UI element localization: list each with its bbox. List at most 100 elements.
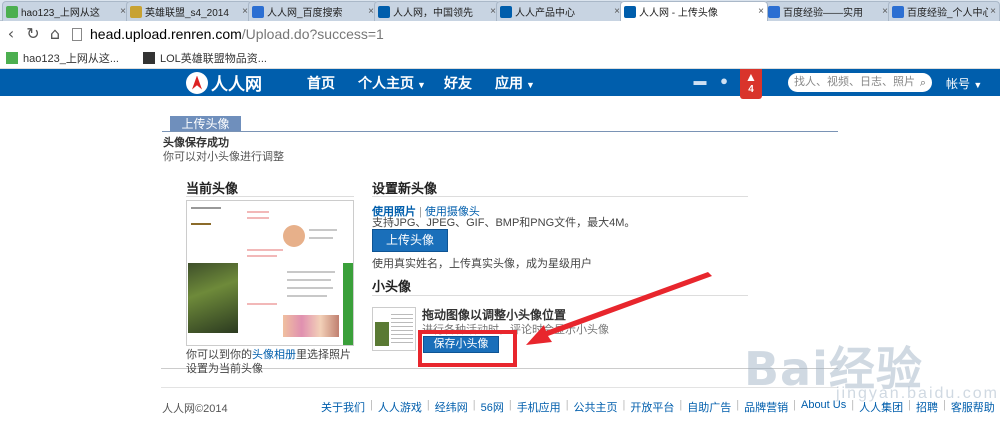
highlight-box — [418, 330, 517, 367]
watermark-sub: jingyan.baidu.com — [836, 385, 999, 402]
close-icon[interactable]: × — [990, 6, 996, 17]
url-path: /Upload.do?success=1 — [241, 26, 384, 42]
footer-link[interactable]: 人人游戏 — [378, 399, 422, 415]
chevron-down-icon: ▼ — [417, 80, 426, 90]
browser-tab[interactable]: 英雄联盟_s4_2014 × — [126, 1, 252, 21]
footer-separator: | — [679, 399, 683, 411]
browser-tab[interactable]: hao123_上网从这 × — [2, 1, 130, 21]
footer-separator: | — [472, 399, 476, 411]
tab-favicon-icon — [768, 5, 780, 18]
current-avatar-note: 你可以到你的头像相册里选择照片设置为当前头像 — [186, 348, 356, 376]
renren-logo[interactable]: 人人网 — [186, 70, 262, 95]
browser-tab[interactable]: 百度经验_个人中心 × — [888, 1, 1000, 21]
preview-line — [191, 223, 211, 225]
tab-upload-avatar[interactable]: 上传头像 — [170, 116, 241, 132]
account-menu[interactable]: 帐号 ▼ — [946, 75, 982, 92]
browser-tab[interactable]: 人人网，中国领先 × — [374, 1, 500, 21]
page-icon — [72, 27, 82, 41]
realname-hint: 使用真实姓名，上传真实头像，成为星级用户 — [372, 258, 592, 270]
footer-separator: | — [426, 399, 430, 411]
refresh-icon[interactable]: ↻ — [22, 23, 44, 45]
avatar-album-link[interactable]: 头像相册 — [252, 349, 296, 361]
bookmarks-bar: hao123_上网从这... LOL英雄联盟物品资... — [0, 47, 1000, 69]
tab-title: 英雄联盟_s4_2014 — [145, 8, 229, 19]
preview-line — [247, 255, 277, 257]
bookmark-label: hao123_上网从这... — [23, 52, 119, 65]
preview-game-image — [188, 263, 238, 333]
close-icon[interactable]: × — [758, 6, 764, 17]
current-avatar-title: 当前头像 — [186, 181, 239, 196]
footer-link[interactable]: 手机应用 — [517, 399, 561, 415]
home-icon[interactable]: ⌂ — [44, 23, 66, 45]
nav-apps[interactable]: 应用 ▼ — [495, 73, 535, 93]
hao123-icon — [6, 51, 18, 64]
footer-separator: | — [370, 399, 373, 411]
preview-people-image — [283, 315, 339, 337]
bookmark-item[interactable]: LOL英雄联盟物品资... — [143, 50, 267, 66]
bookmark-item[interactable]: hao123_上网从这... — [6, 50, 119, 66]
thumb-image — [375, 322, 389, 346]
copyright: 人人网©2014 — [162, 403, 228, 415]
tab-underline — [162, 131, 838, 132]
preview-avatar — [283, 225, 305, 247]
search-placeholder: 找人、视频、日志、照片 — [794, 76, 915, 88]
tab-favicon-icon — [252, 5, 264, 18]
bookmark-label: LOL英雄联盟物品资... — [160, 52, 267, 65]
browser-tab[interactable]: 人人网 - 上传头像 × — [620, 1, 768, 21]
preview-line — [191, 207, 221, 209]
tab-title: hao123_上网从这 — [21, 8, 100, 19]
section-divider — [372, 196, 748, 197]
logo-text: 人人网 — [211, 75, 262, 94]
browser-tab-strip: hao123_上网从这 × 英雄联盟_s4_2014 × 人人网_百度搜索 × 人人网，中国… — [0, 0, 1000, 21]
preview-line — [247, 217, 269, 219]
footer-link[interactable]: 经纬网 — [435, 399, 468, 415]
section-divider — [186, 196, 354, 197]
browser-tab[interactable]: 人人产品中心 × — [496, 1, 624, 21]
back-arrow-icon[interactable]: ‹ — [0, 23, 22, 45]
supported-formats-text: 支持JPG、JPEG、GIF、BMP和PNG文件，最大4M。 — [372, 217, 636, 229]
address-bar[interactable]: head.upload.renren.com/Upload.do?success… — [72, 26, 384, 42]
preview-line — [247, 303, 277, 305]
tab-title: 人人网_百度搜索 — [267, 8, 343, 19]
tab-title: 人人网 - 上传头像 — [639, 8, 718, 19]
footer-separator: | — [508, 399, 512, 411]
tab-title: 百度经验_个人中心 — [907, 8, 989, 19]
tab-favicon-icon — [624, 5, 636, 18]
section-divider — [372, 295, 748, 296]
nav-friends[interactable]: 好友 — [444, 73, 472, 93]
small-avatar-thumbnail[interactable] — [372, 307, 416, 351]
browser-tab[interactable]: 百度经验——实用 × — [764, 1, 892, 21]
thumb-text — [391, 314, 413, 344]
footer-divider — [161, 387, 838, 388]
nav-profile-label: 个人主页 — [358, 75, 414, 91]
renren-logo-icon — [186, 71, 208, 94]
notification-badge[interactable]: ▲ 4 — [740, 69, 762, 99]
browser-tab[interactable]: 人人网_百度搜索 × — [248, 1, 378, 21]
footer-link[interactable]: 自助广告 — [687, 399, 731, 415]
account-label: 帐号 — [946, 77, 971, 91]
friend-request-icon[interactable]: ● — [716, 74, 732, 88]
tab-title: 人人网，中国领先 — [393, 8, 473, 19]
tab-title: 人人产品中心 — [515, 8, 575, 19]
nav-profile[interactable]: 个人主页 ▼ — [358, 73, 426, 93]
tab-favicon-icon — [378, 5, 390, 18]
small-avatar-title: 小头像 — [372, 279, 412, 294]
footer-link[interactable]: 56网 — [481, 399, 504, 415]
tab-favicon-icon — [892, 5, 904, 18]
tab-favicon-icon — [130, 5, 142, 18]
preview-line — [247, 249, 283, 251]
footer-link[interactable]: 公共主页 — [574, 399, 618, 415]
nav-home[interactable]: 首页 — [307, 73, 335, 93]
note-prefix: 你可以到你的 — [186, 349, 252, 361]
current-avatar-preview — [186, 200, 354, 346]
footer-separator: | — [622, 399, 626, 411]
footer-link[interactable]: 关于我们 — [321, 399, 365, 415]
search-input[interactable]: 找人、视频、日志、照片 ⌕ — [788, 73, 932, 92]
upload-avatar-button[interactable]: 上传头像 — [372, 229, 448, 252]
footer-link[interactable]: 开放平台 — [630, 399, 674, 415]
chevron-down-icon: ▼ — [973, 80, 983, 90]
message-icon[interactable]: ▬ — [692, 74, 708, 88]
new-avatar-title: 设置新头像 — [372, 181, 438, 196]
search-icon[interactable]: ⌕ — [920, 73, 926, 92]
preview-line — [287, 271, 335, 273]
